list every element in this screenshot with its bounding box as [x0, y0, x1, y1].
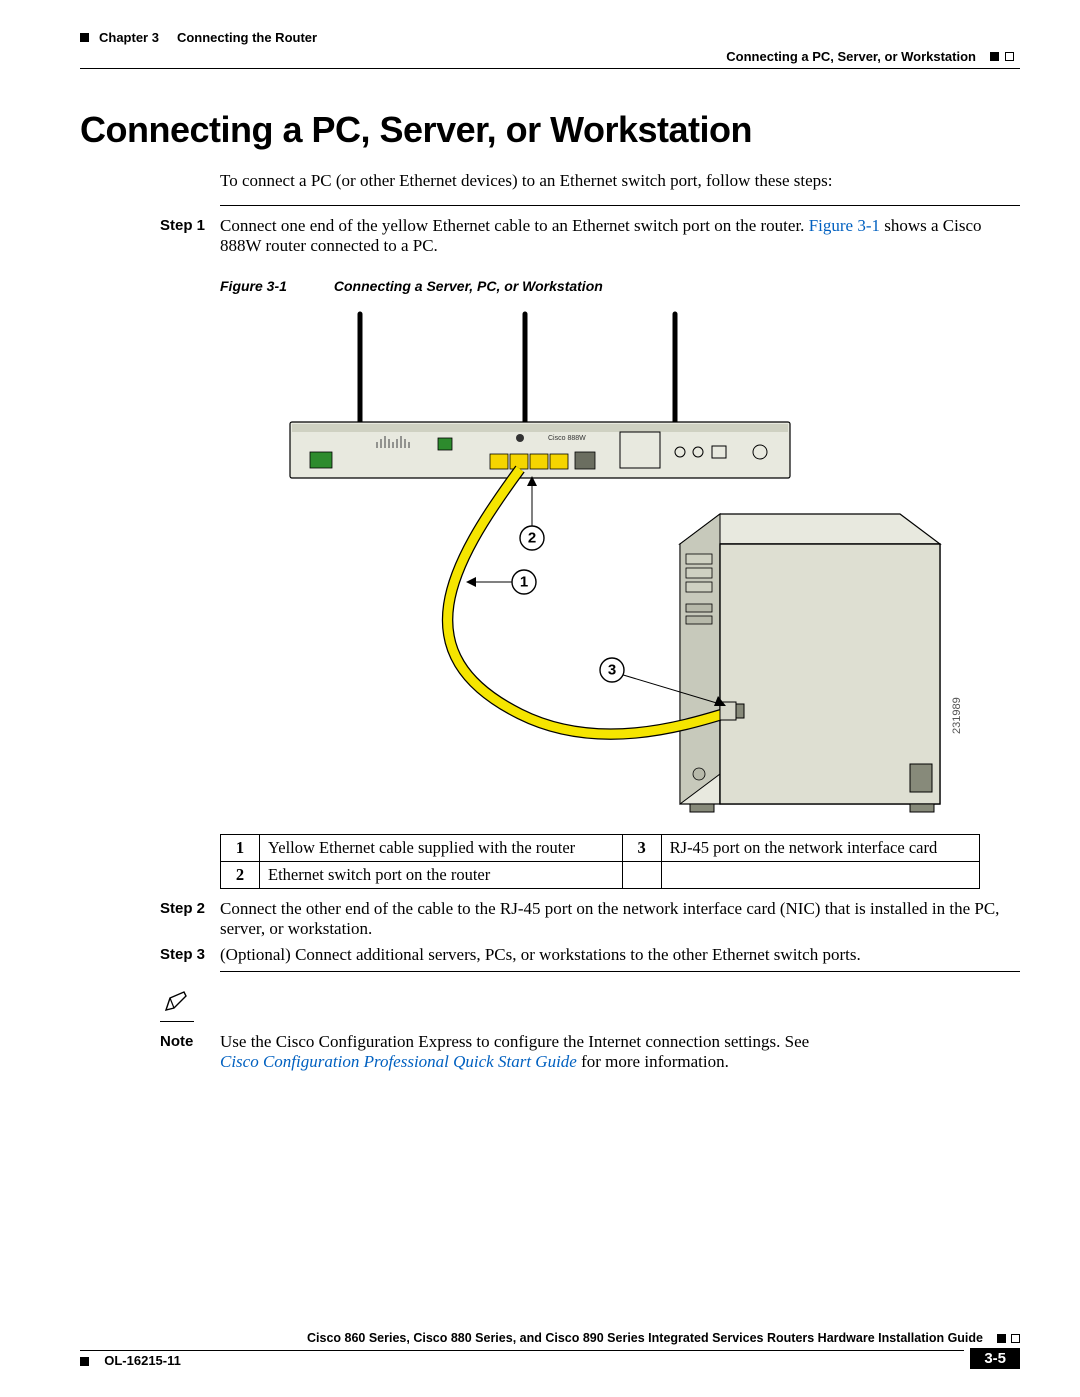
svg-text:231989: 231989 — [951, 697, 963, 734]
step-2-label: Step 2 — [160, 899, 220, 939]
pc-tower-icon — [680, 514, 940, 812]
footer-left-bullet-icon — [80, 1357, 89, 1366]
table-row: 1 Yellow Ethernet cable supplied with th… — [221, 835, 980, 862]
doc-title: Cisco 860 Series, Cisco 880 Series, and … — [80, 1331, 989, 1345]
step-1-label: Step 1 — [160, 216, 220, 256]
header-end-bullet-open-icon — [1005, 52, 1014, 61]
figure-3-1: Cisco 888W — [220, 304, 980, 824]
step-1: Step 1 Connect one end of the yellow Eth… — [160, 216, 1020, 256]
separator-top — [220, 205, 1020, 206]
step-3-text: (Optional) Connect additional servers, P… — [220, 945, 1020, 965]
page-number: 3-5 — [970, 1348, 1020, 1369]
step-1-text: Connect one end of the yellow Ethernet c… — [220, 216, 1020, 256]
intro-text: To connect a PC (or other Ethernet devic… — [220, 171, 1020, 191]
header-bullet-icon — [80, 33, 89, 42]
doc-number: OL-16215-11 — [104, 1353, 181, 1368]
header-divider — [80, 68, 1020, 69]
step-3-label: Step 3 — [160, 945, 220, 965]
figure-xref[interactable]: Figure 3-1 — [809, 216, 880, 235]
figure-number: Figure 3-1 — [220, 278, 330, 294]
note-label: Note — [160, 1032, 220, 1072]
note-text: Use the Cisco Configuration Express to c… — [220, 1032, 1020, 1072]
header-end-bullet-filled-icon — [990, 52, 999, 61]
svg-text:3: 3 — [608, 662, 616, 679]
section-title-header: Connecting a PC, Server, or Workstation — [726, 49, 976, 64]
figure-legend: 1 Yellow Ethernet cable supplied with th… — [220, 834, 980, 889]
step-3: Step 3 (Optional) Connect additional ser… — [160, 945, 1020, 965]
footer-bullet-filled-icon — [997, 1334, 1006, 1343]
svg-text:Cisco 888W: Cisco 888W — [548, 435, 586, 442]
note: Note Use the Cisco Configuration Express… — [160, 1032, 1020, 1072]
footer-bullet-open-icon — [1011, 1334, 1020, 1343]
figure-caption: Figure 3-1 Connecting a Server, PC, or W… — [220, 278, 1020, 294]
page-footer: Cisco 860 Series, Cisco 880 Series, and … — [80, 1331, 1020, 1369]
svg-text:1: 1 — [520, 574, 528, 591]
page-header: Chapter 3 Connecting the Router — [80, 30, 1020, 45]
separator-bottom — [220, 971, 1020, 972]
step-2: Step 2 Connect the other end of the cabl… — [160, 899, 1020, 939]
page-title: Connecting a PC, Server, or Workstation — [80, 109, 1020, 151]
figure-caption-text: Connecting a Server, PC, or Workstation — [334, 278, 603, 294]
table-row: 2 Ethernet switch port on the router — [221, 862, 980, 889]
svg-text:2: 2 — [528, 530, 536, 547]
step-2-text: Connect the other end of the cable to th… — [220, 899, 1020, 939]
note-pencil-icon — [160, 990, 194, 1022]
chapter-title: Connecting the Router — [177, 30, 317, 45]
chapter-label: Chapter 3 — [99, 30, 159, 45]
note-link[interactable]: Cisco Configuration Professional Quick S… — [220, 1052, 577, 1071]
